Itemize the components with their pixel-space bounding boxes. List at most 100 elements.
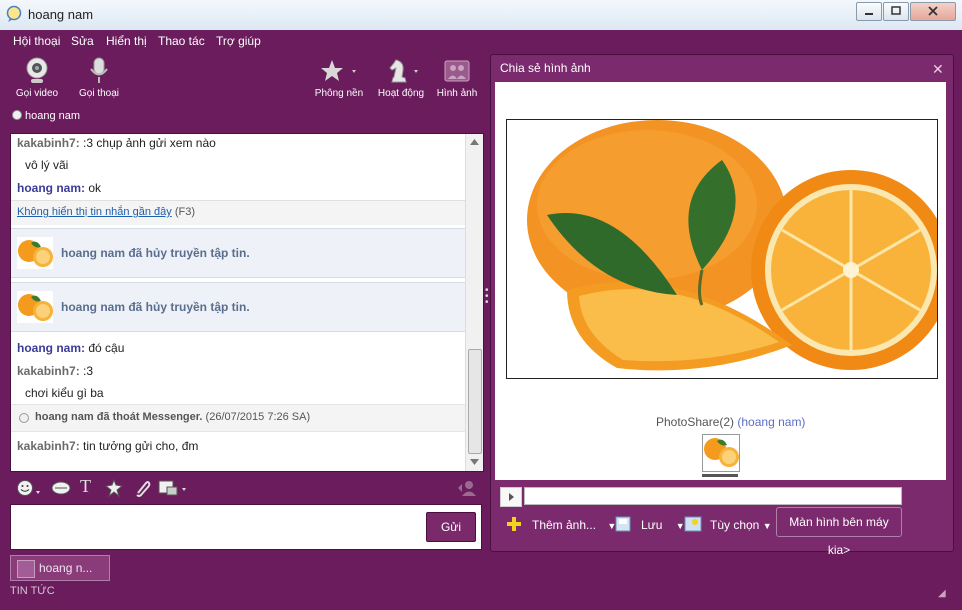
microphone-icon [90,57,108,83]
save-label: Lưu [641,518,663,532]
message-text: vô lý vãi [25,158,69,172]
pictures-icon [444,60,470,82]
activities-button[interactable]: Hoạt động [374,56,428,99]
hide-history-row: Không hiển thị tin nhắn gần đây (F3) [17,206,195,218]
message-sender: kakabinh7: [17,364,80,378]
logout-notice-text: hoang nam đã thoát Messenger. (26/07/201… [35,411,310,423]
font-icon[interactable]: T [80,476,91,497]
shared-photo[interactable] [506,119,951,379]
thumbnail-selection-bar [702,474,738,477]
orange-photo [507,120,951,378]
contact-name: hoang nam [25,110,81,122]
contact-avatar-icon [17,560,35,578]
message-input[interactable] [10,504,482,550]
chat-message: hoang nam: đó cậu [17,341,124,355]
message-sender: kakabinh7: [17,136,80,150]
logout-text: hoang nam đã thoát Messenger. [35,411,203,423]
file-transfer-notice: hoang nam đã hủy truyền tập tin. [11,282,467,332]
logout-notice: hoang nam đã thoát Messenger. (26/07/201… [11,404,467,432]
restore-icon [891,6,901,15]
photo-caption-user[interactable]: (hoang nam) [737,415,805,429]
maximize-button[interactable] [883,2,909,21]
photo-comment-input[interactable] [524,487,902,505]
message-text: tin tưởng gửi cho, đm [83,439,199,453]
message-text: ok [88,181,102,195]
background-icon [321,60,356,81]
chat-message: kakabinh7: :3 chụp ảnh gửi xem nào [17,136,216,150]
scroll-up-icon[interactable] [470,139,479,145]
notice-text: hoang nam đã hủy truyền tập tin. [61,246,250,260]
chat-message: chơi kiểu gì ba [25,386,104,400]
add-photo-label: Thêm ảnh... [532,518,597,532]
send-button[interactable]: Gửi [426,512,476,542]
hide-history-link[interactable]: Không hiển thị tin nhắn gần đây [17,206,172,218]
input-toolbar: T [10,476,482,500]
dropdown-arrow-icon: ▼ [762,521,772,531]
attach-icon[interactable] [132,478,152,498]
photo-caption-title: PhotoShare(2) [656,415,735,429]
close-button[interactable] [910,2,956,21]
background-button[interactable]: Phông nền [312,56,366,99]
options-icon [684,516,702,532]
chess-knight-icon [389,59,418,83]
scroll-thumb[interactable] [468,349,482,454]
conversation-tab[interactable]: hoang n... [10,555,110,581]
menu-conversation[interactable]: Hội thoại [13,34,60,48]
minimize-icon [865,13,873,15]
photo-share-title: Chia sẻ hình ảnh [500,61,591,75]
chat-message: kakabinh7: :3 [17,364,93,378]
menu-edit[interactable]: Sửa [71,34,94,48]
chat-scrollbar[interactable] [465,134,483,471]
offline-status-icon [19,413,29,423]
scroll-down-icon[interactable] [470,459,479,465]
photo-thumbnail[interactable] [702,434,740,472]
file-transfer-notice: hoang nam đã hủy truyền tập tin. [11,228,467,278]
photo-comment-expand-button[interactable] [500,487,522,507]
orange-thumbnail-icon [17,291,53,323]
news-label[interactable]: TIN TỨC [10,585,55,597]
chat-message: kakabinh7: tin tưởng gửi cho, đm [17,439,198,453]
contact-status: hoang nam [12,110,80,122]
menu-actions[interactable]: Thao tác [158,34,205,48]
plus-icon [507,517,521,531]
nudge-icon[interactable] [50,479,72,497]
chat-history[interactable]: kakabinh7: :3 chụp ảnh gửi xem nào vô lý… [10,133,484,472]
orange-thumbnail-icon [17,237,53,269]
background-label: Phông nền [314,88,364,99]
message-sender: hoang nam: [17,341,85,355]
menu-view[interactable]: Hiển thị [106,34,147,48]
pane-splitter[interactable]: • • • [485,286,489,308]
photo-caption: PhotoShare(2) (hoang nam) [656,415,805,429]
video-call-button[interactable]: Gọi video [12,56,62,99]
window-title: hoang nam [28,7,94,22]
activities-label: Hoạt động [377,88,425,99]
notice-text: hoang nam đã hủy truyền tập tin. [61,300,250,314]
contact-icon[interactable] [456,478,478,498]
message-text: :3 chụp ảnh gửi xem nào [83,136,216,150]
hide-history-shortcut: (F3) [174,206,195,218]
conversation-tab-label: hoang n... [39,561,93,575]
add-photo-button[interactable]: Thêm ảnh... ▼ [506,516,616,532]
resize-grip-icon[interactable]: ◢ [938,588,946,599]
voice-call-label: Gọi thoại [78,88,120,99]
options-button[interactable]: Tùy chọn ▼ [684,516,772,532]
menu-help[interactable]: Trợ giúp [216,34,261,48]
status-dot-icon [12,110,22,120]
message-sender: hoang nam: [17,181,85,195]
message-text: đó cậu [88,341,125,355]
wink-icon[interactable] [104,478,124,498]
save-button[interactable]: Lưu ▼ [615,516,685,532]
remote-screen-button[interactable]: Màn hình bên máy kia> [776,507,902,557]
chat-message: hoang nam: ok [17,181,101,195]
minimize-button[interactable] [856,2,882,21]
title-bar[interactable]: hoang nam [0,0,962,31]
message-sender: kakabinh7: [17,439,80,453]
webcam-icon [26,57,48,83]
voice-call-button[interactable]: Gọi thoại [74,56,124,99]
photo-share-close-icon[interactable]: ✕ [932,61,944,78]
smiley-icon[interactable] [16,479,42,497]
pictures-button[interactable]: Hình ảnh [434,56,480,99]
messenger-icon [6,5,22,22]
share-icon[interactable] [158,479,188,497]
save-icon [615,516,631,532]
